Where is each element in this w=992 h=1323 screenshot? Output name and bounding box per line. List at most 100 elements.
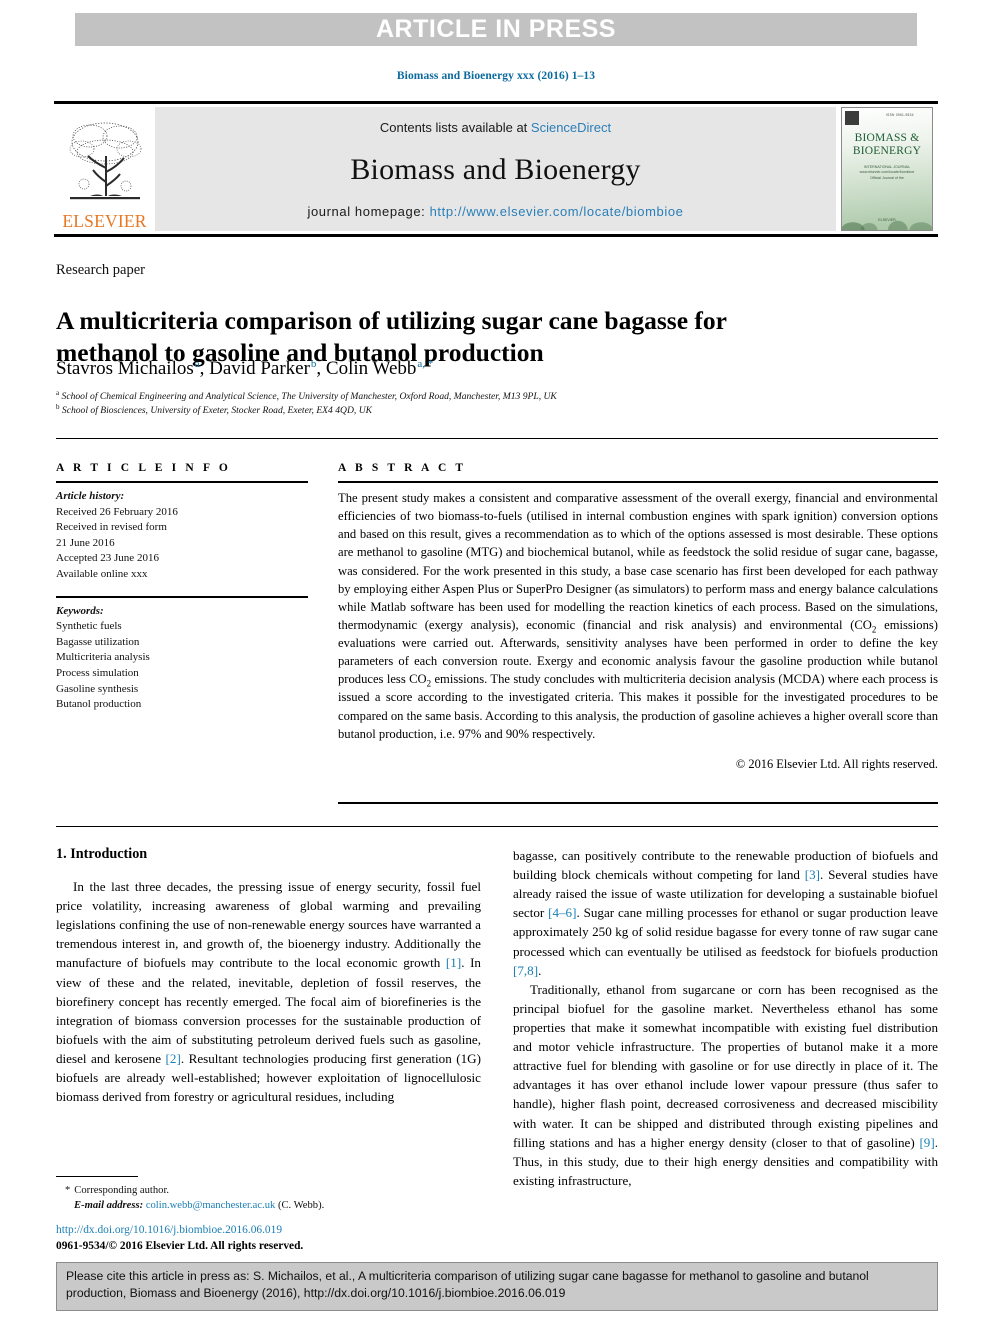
article-info-rule-top bbox=[56, 481, 308, 483]
affiliation-a: a School of Chemical Engineering and Ana… bbox=[56, 388, 856, 404]
doi-link[interactable]: http://dx.doi.org/10.1016/j.biombioe.201… bbox=[56, 1224, 282, 1236]
article-info-panel: A R T I C L E I N F O Article history: R… bbox=[56, 462, 308, 713]
affiliation-list: a School of Chemical Engineering and Ana… bbox=[56, 388, 856, 418]
body-column-left: 1. Introduction In the last three decade… bbox=[56, 846, 481, 1106]
keywords-title: Keywords: bbox=[56, 604, 104, 617]
intro-right2-text-a: Traditionally, ethanol from sugarcane or… bbox=[513, 981, 938, 1150]
citation-ref-4-6[interactable]: [4–6] bbox=[548, 905, 576, 920]
citation-ref-1[interactable]: [1] bbox=[446, 955, 461, 970]
footnote-email-suffix: (C. Webb). bbox=[275, 1200, 325, 1212]
keyword-item: Synthetic fuels bbox=[56, 620, 122, 633]
journal-cover-block: ISSN 0961-9534 BIOMASS & BIOENERGY INTER… bbox=[836, 104, 938, 234]
elsevier-logo: ELSEVIER bbox=[54, 104, 155, 234]
abstract-panel: A B S T R A C T The present study makes … bbox=[338, 462, 938, 772]
paper-page: ARTICLE IN PRESS Biomass and Bioenergy x… bbox=[0, 0, 992, 1323]
intro-paragraph-left: In the last three decades, the pressing … bbox=[56, 877, 481, 1106]
footnote-email-label: E-mail address: bbox=[74, 1200, 144, 1212]
body-column-right: bagasse, can positively contribute to th… bbox=[513, 846, 938, 1190]
cover-title-line2: BIOENERGY bbox=[852, 144, 922, 157]
cite-this-article-box: Please cite this article in press as: S.… bbox=[56, 1262, 938, 1311]
journal-masthead: ELSEVIER Contents lists available at Sci… bbox=[54, 101, 938, 237]
corresponding-author-footnote: * Corresponding author. E-mail address: c… bbox=[56, 1183, 481, 1214]
footnote-corresponding-text: Corresponding author. bbox=[74, 1185, 170, 1196]
issn-copyright-line: 0961-9534/© 2016 Elsevier Ltd. All right… bbox=[56, 1240, 304, 1253]
affiliation-text-a: School of Chemical Engineering and Analy… bbox=[61, 391, 557, 402]
doi-block: http://dx.doi.org/10.1016/j.biombioe.201… bbox=[56, 1222, 516, 1254]
author-marks-2: a, * bbox=[417, 357, 434, 370]
section-title-introduction: 1. Introduction bbox=[56, 846, 148, 862]
contents-line: Contents lists available at ScienceDirec… bbox=[380, 120, 611, 135]
article-history-item: Received in revised form bbox=[56, 521, 167, 534]
affiliation-mark-b: b bbox=[56, 402, 60, 411]
footnote-corresponding-line: * Corresponding author. bbox=[56, 1183, 481, 1198]
footnote-divider bbox=[56, 1176, 138, 1177]
cover-elsevier-mark bbox=[845, 111, 859, 125]
divider-under-authors bbox=[56, 438, 938, 439]
abstract-text: The present study makes a consistent and… bbox=[338, 489, 938, 743]
abstract-rule-top bbox=[338, 481, 938, 483]
elsevier-wordmark: ELSEVIER bbox=[62, 210, 147, 231]
homepage-line: journal homepage: http://www.elsevier.co… bbox=[307, 204, 683, 219]
article-info-heading: A R T I C L E I N F O bbox=[56, 462, 231, 474]
sciencedirect-link[interactable]: ScienceDirect bbox=[531, 120, 611, 135]
cover-footer: ELSEVIER bbox=[878, 217, 896, 222]
intro-left-text-a: In the last three decades, the pressing … bbox=[56, 879, 481, 971]
journal-title: Biomass and Bioenergy bbox=[350, 152, 641, 186]
paper-type: Research paper bbox=[56, 262, 145, 278]
footnote-star-marker: * bbox=[65, 1185, 71, 1196]
author-sep-0: , bbox=[199, 358, 210, 379]
intro-right-text-c: . Sugar cane milling processes for ethan… bbox=[513, 905, 938, 959]
article-history-item: 21 June 2016 bbox=[56, 536, 115, 549]
affiliation-b: b School of Biosciences, University of E… bbox=[56, 402, 856, 418]
article-history-item: Accepted 23 June 2016 bbox=[56, 552, 159, 565]
citation-ref-3[interactable]: [3] bbox=[805, 867, 820, 882]
cover-subtitle: INTERNATIONAL JOURNAL www.elsevier.com/l… bbox=[842, 165, 932, 181]
article-in-press-label: ARTICLE IN PRESS bbox=[376, 15, 616, 43]
divider-above-body bbox=[56, 826, 938, 827]
citation-ref-2[interactable]: [2] bbox=[166, 1051, 181, 1066]
cover-issn: ISSN 0961-9534 bbox=[886, 113, 914, 117]
abstract-copyright: © 2016 Elsevier Ltd. All rights reserved… bbox=[735, 756, 938, 771]
keywords-group: Keywords: Synthetic fuels Bagasse utiliz… bbox=[56, 604, 308, 713]
article-history-group: Article history: Received 26 February 20… bbox=[56, 489, 308, 583]
author-sep-1: , bbox=[316, 358, 326, 379]
article-info-rule-mid bbox=[56, 595, 308, 598]
affiliation-mark-a: a bbox=[56, 388, 60, 397]
article-history-item: Received 26 February 2016 bbox=[56, 505, 178, 518]
keyword-item: Gasoline synthesis bbox=[56, 682, 139, 695]
cite-this-article-text: Please cite this article in press as: S.… bbox=[66, 1269, 869, 1300]
cover-title-line1: BIOMASS & bbox=[854, 132, 920, 144]
article-in-press-banner: ARTICLE IN PRESS bbox=[75, 13, 917, 46]
cover-title: BIOMASS & BIOENERGY bbox=[842, 132, 932, 158]
article-history-title: Article history: bbox=[56, 490, 125, 502]
intro-right-text-d: . bbox=[538, 962, 542, 978]
elsevier-tree-icon bbox=[69, 122, 141, 199]
keyword-item: Multicriteria analysis bbox=[56, 651, 150, 664]
journal-band: Contents lists available at ScienceDirec… bbox=[155, 107, 836, 231]
cover-subtitle-line3: Official Journal of the bbox=[870, 175, 904, 180]
intro-paragraph-right-2: Traditionally, ethanol from sugarcane or… bbox=[513, 980, 938, 1190]
citation-ref-9[interactable]: [9] bbox=[919, 1135, 934, 1150]
divider-under-abstract bbox=[338, 802, 938, 804]
contents-prefix: Contents lists available at bbox=[379, 120, 531, 135]
journal-cover-thumbnail: ISSN 0961-9534 BIOMASS & BIOENERGY INTER… bbox=[841, 107, 933, 231]
intro-paragraph-right-1: bagasse, can positively contribute to th… bbox=[513, 846, 938, 980]
author-name-2: Colin Webb bbox=[325, 358, 417, 379]
keyword-item: Butanol production bbox=[56, 698, 142, 711]
article-history-item: Available online xxx bbox=[56, 568, 148, 581]
journal-homepage-link[interactable]: http://www.elsevier.com/locate/biombioe bbox=[430, 204, 684, 219]
affiliation-text-b: School of Biosciences, University of Exe… bbox=[61, 404, 373, 416]
footnote-email-line: E-mail address: colin.webb@manchester.ac… bbox=[56, 1198, 481, 1213]
author-name-0: Stavros Michailos bbox=[56, 358, 194, 379]
keyword-item: Bagasse utilization bbox=[56, 635, 140, 648]
intro-left-text-b: . In view of these and the related, inev… bbox=[56, 955, 481, 1066]
doi-line: http://dx.doi.org/10.1016/j.biombioe.201… bbox=[56, 1222, 516, 1238]
citation-ref-7-8[interactable]: [7,8] bbox=[513, 963, 538, 978]
corresponding-email-link[interactable]: colin.webb@manchester.ac.uk bbox=[146, 1200, 275, 1211]
abstract-heading: A B S T R A C T bbox=[338, 462, 467, 474]
running-head: Biomass and Bioenergy xxx (2016) 1–13 bbox=[396, 70, 596, 82]
keyword-item: Process simulation bbox=[56, 667, 139, 680]
homepage-prefix: journal homepage: bbox=[307, 204, 430, 219]
abstract-part-1: The present study makes a consistent and… bbox=[338, 491, 938, 632]
author-name-1: David Parker bbox=[209, 358, 310, 379]
